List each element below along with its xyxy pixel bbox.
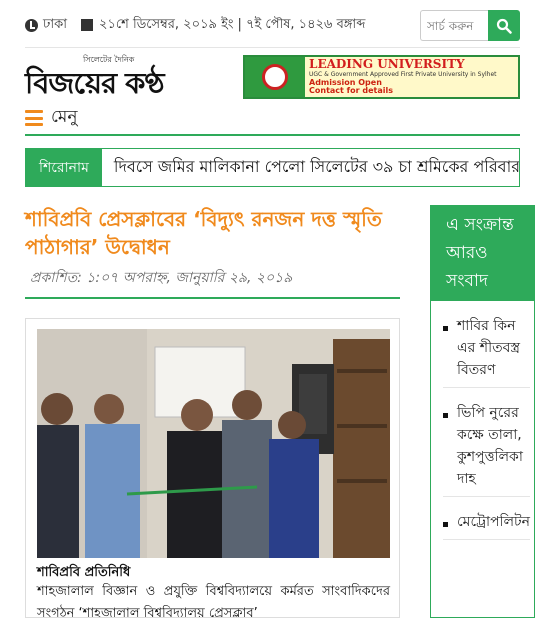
menu-label: মেনু — [51, 107, 78, 127]
search-input[interactable] — [420, 10, 488, 41]
search-icon — [496, 18, 512, 34]
article-photo — [37, 329, 390, 558]
headline-divider — [25, 297, 400, 299]
related-news-item[interactable]: মেট্রোপলিটন — [443, 497, 530, 540]
related-news-item[interactable]: শাবির কিন এর শীতবস্ত্র বিতরণ — [443, 301, 530, 388]
logo-tagline: সিলেটের দৈনিক — [83, 54, 135, 64]
ad-text: LEADING UNIVERSITY UGC & Government Appr… — [305, 57, 518, 97]
related-news-sidebar: এ সংক্রান্ত আরও সংবাদ শাবির কিন এর শীতবস… — [430, 205, 535, 618]
ticker-link[interactable]: দিবসে জমির মালিকানা পেলো সিলেটের ৩৯ চা শ… — [102, 154, 519, 181]
related-news-item[interactable]: ভিপি নুরের কক্ষে তালা, কুশপুত্তলিকা দাহ — [443, 388, 530, 497]
site-logo[interactable]: সিলেটের দৈনিক বিজয়ের কণ্ঠ — [25, 52, 235, 100]
location-pin-icon — [25, 18, 38, 32]
university-crest-icon — [245, 57, 305, 97]
calendar-icon — [81, 19, 93, 31]
ad-title: LEADING UNIVERSITY — [309, 58, 465, 71]
article-photo-illustration — [37, 329, 390, 558]
article-card: শাবিপ্রবি প্রতিনিধি শাহজালাল বিজ্ঞান ও প… — [25, 318, 400, 618]
search-form — [420, 10, 520, 41]
hamburger-icon — [25, 110, 43, 126]
top-bar: ঢাকা ২১শে ডিসেম্বর, ২০১৯ ইং | ৭ই পৌষ, ১৪… — [25, 6, 520, 44]
sidebar-title: এ সংক্রান্ত আরও সংবাদ — [431, 206, 534, 301]
logo-name: বিজয়ের কণ্ঠ — [25, 65, 165, 100]
article-body: শাহজালাল বিজ্ঞান ও প্রযুক্তি বিশ্ববিদ্যা… — [37, 584, 390, 618]
publish-date: প্রকাশিত: ১:০৭ অপরাহ্ন, জানুয়ারি ২৯, ২০… — [30, 270, 293, 286]
location-label: ঢাকা — [43, 16, 67, 32]
related-news-list: শাবির কিন এর শীতবস্ত্র বিতরণ ভিপি নুরের … — [431, 301, 534, 540]
date-text: ২১শে ডিসেম্বর, ২০১৯ ইং | ৭ই পৌষ, ১৪২৬ বঙ… — [99, 16, 366, 32]
ad-contact: Contact for details — [309, 86, 393, 95]
header-divider — [25, 47, 520, 48]
menu-toggle[interactable]: মেনু — [25, 106, 77, 130]
ad-banner[interactable]: LEADING UNIVERSITY UGC & Government Appr… — [243, 55, 520, 99]
ticker-tag: শিরোনাম — [26, 149, 102, 186]
headline-ticker: শিরোনাম দিবসে জমির মালিকানা পেলো সিলেটের… — [25, 148, 520, 187]
menu-divider — [25, 134, 520, 136]
search-button[interactable] — [488, 10, 520, 41]
article-headline: শাবিপ্রবি প্রেসক্লাবের ‘বিদ্যুৎ রনজন দত্… — [25, 207, 382, 259]
location: ঢাকা — [25, 15, 67, 36]
